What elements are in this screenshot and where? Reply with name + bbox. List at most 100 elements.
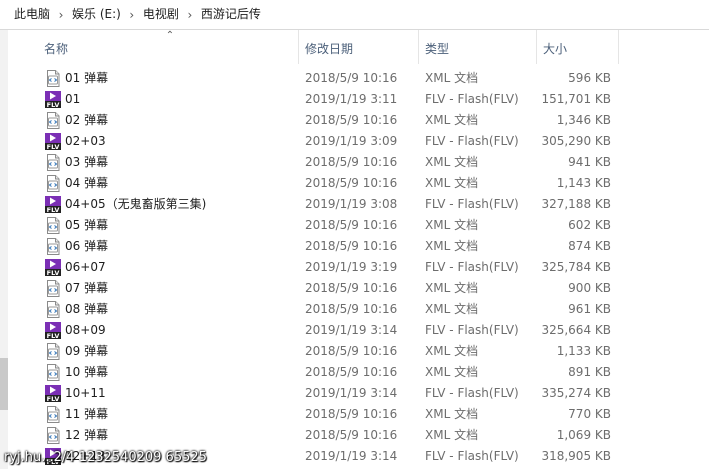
file-row[interactable]: 02 弹幕 2018/5/9 10:16 XML 文档 1,346 KB <box>8 110 710 131</box>
file-type: FLV - Flash(FLV) <box>425 449 519 463</box>
file-size: 335,274 KB <box>541 386 611 400</box>
file-type: FLV - Flash(FLV) <box>425 92 519 106</box>
file-type: FLV - Flash(FLV) <box>425 197 519 211</box>
file-row[interactable]: FLV 06+07 2019/1/19 3:19 FLV - Flash(FLV) 32… <box>8 257 710 278</box>
file-type: XML 文档 <box>425 239 479 253</box>
file-size: 305,290 KB <box>541 134 611 148</box>
file-row[interactable]: FLV 08+09 2019/1/19 3:14 FLV - Flash(FLV) 32… <box>8 320 710 341</box>
file-row[interactable]: 09 弹幕 2018/5/9 10:16 XML 文档 1,133 KB <box>8 341 710 362</box>
file-modified-date: 2019/1/19 3:14 <box>305 449 398 463</box>
breadcrumb-this-pc[interactable]: 此电脑 <box>10 4 54 25</box>
file-row[interactable]: 04 弹幕 2018/5/9 10:16 XML 文档 1,143 KB <box>8 173 710 194</box>
file-row[interactable]: FLV 10+11 2019/1/19 3:14 FLV - Flash(FLV) 33… <box>8 383 710 404</box>
file-modified-date: 2018/5/9 10:16 <box>305 302 398 316</box>
breadcrumb-chevron-icon[interactable]: › <box>125 4 139 25</box>
flv-file-icon: FLV <box>45 259 61 277</box>
file-size: 1,069 KB <box>556 428 611 442</box>
xml-file-icon <box>45 70 61 87</box>
file-row[interactable]: 06 弹幕 2018/5/9 10:16 XML 文档 874 KB <box>8 236 710 257</box>
file-type: XML 文档 <box>425 365 479 379</box>
file-row[interactable]: FLV 02+03 2019/1/19 3:09 FLV - Flash(FLV) 30… <box>8 131 710 152</box>
file-name: 06+07 <box>65 260 106 274</box>
column-header-date[interactable]: 修改日期 <box>299 30 419 64</box>
column-header-name[interactable]: 名称 <box>36 30 299 64</box>
file-type: XML 文档 <box>425 71 479 85</box>
file-modified-date: 2019/1/19 3:14 <box>305 323 398 337</box>
file-size: 1,133 KB <box>556 344 611 358</box>
file-name: 04 弹幕 <box>65 176 109 190</box>
file-size: 874 KB <box>568 239 611 253</box>
file-modified-date: 2019/1/19 3:08 <box>305 197 398 211</box>
file-row[interactable]: 08 弹幕 2018/5/9 10:16 XML 文档 961 KB <box>8 299 710 320</box>
file-size: 327,188 KB <box>541 197 611 211</box>
svg-text:FLV: FLV <box>47 101 60 108</box>
file-type: FLV - Flash(FLV) <box>425 386 519 400</box>
file-list: 01 弹幕 2018/5/9 10:16 XML 文档 596 KB FLV 01 2019… <box>8 68 710 467</box>
xml-file-icon <box>45 406 61 423</box>
file-name: 12 弹幕 <box>65 428 109 442</box>
breadcrumb-chevron-icon[interactable]: › <box>54 4 68 25</box>
file-modified-date: 2018/5/9 10:16 <box>305 239 398 253</box>
file-row[interactable]: 03 弹幕 2018/5/9 10:16 XML 文档 941 KB <box>8 152 710 173</box>
file-row[interactable]: FLV 04+05（无鬼畜版第三集) 2019/1/19 3:08 FLV - Fla… <box>8 194 710 215</box>
breadcrumb-tv-series[interactable]: 电视剧 <box>139 4 183 25</box>
file-row[interactable]: FLV 01 2019/1/19 3:11 FLV - Flash(FLV) 151,7… <box>8 89 710 110</box>
file-modified-date: 2018/5/9 10:16 <box>305 428 398 442</box>
file-type: FLV - Flash(FLV) <box>425 134 519 148</box>
file-modified-date: 2018/5/9 10:16 <box>305 113 398 127</box>
file-size: 151,701 KB <box>541 92 611 106</box>
file-name: 07 弹幕 <box>65 281 109 295</box>
file-row[interactable]: 01 弹幕 2018/5/9 10:16 XML 文档 596 KB <box>8 68 710 89</box>
file-size: 596 KB <box>568 71 611 85</box>
file-name: 08 弹幕 <box>65 302 109 316</box>
file-modified-date: 2019/1/19 3:14 <box>305 386 398 400</box>
flv-file-icon: FLV <box>45 91 61 109</box>
file-size: 318,905 KB <box>541 449 611 463</box>
navigation-pane-scrollbar[interactable] <box>0 30 8 469</box>
file-size: 325,784 KB <box>541 260 611 274</box>
file-size: 1,143 KB <box>556 176 611 190</box>
breadcrumb-drive-e[interactable]: 娱乐 (E:) <box>68 4 125 25</box>
svg-text:FLV: FLV <box>47 143 60 150</box>
file-type: XML 文档 <box>425 155 479 169</box>
file-size: 891 KB <box>568 365 611 379</box>
flv-file-icon: FLV <box>45 322 61 340</box>
xml-file-icon <box>45 154 61 171</box>
file-modified-date: 2019/1/19 3:19 <box>305 260 398 274</box>
file-modified-date: 2018/5/9 10:16 <box>305 218 398 232</box>
file-size: 770 KB <box>568 407 611 421</box>
file-row[interactable]: 12 弹幕 2018/5/9 10:16 XML 文档 1,069 KB <box>8 425 710 446</box>
file-row[interactable]: 10 弹幕 2018/5/9 10:16 XML 文档 891 KB <box>8 362 710 383</box>
file-modified-date: 2018/5/9 10:16 <box>305 344 398 358</box>
file-name: 10+11 <box>65 386 106 400</box>
column-header-type[interactable]: 类型 <box>419 30 537 64</box>
xml-file-icon <box>45 217 61 234</box>
file-type: XML 文档 <box>425 281 479 295</box>
column-header-size[interactable]: 大小 <box>537 30 619 64</box>
breadcrumb-current-folder[interactable]: 西游记后传 <box>197 4 265 25</box>
xml-file-icon <box>45 364 61 381</box>
file-name: 01 弹幕 <box>65 71 109 85</box>
address-bar[interactable]: 此电脑 › 娱乐 (E:) › 电视剧 › 西游记后传 <box>0 0 709 30</box>
file-modified-date: 2018/5/9 10:16 <box>305 71 398 85</box>
file-name: 02 弹幕 <box>65 113 109 127</box>
file-row[interactable]: 07 弹幕 2018/5/9 10:16 XML 文档 900 KB <box>8 278 710 299</box>
file-modified-date: 2019/1/19 3:09 <box>305 134 398 148</box>
file-size: 602 KB <box>568 218 611 232</box>
file-modified-date: 2018/5/9 10:16 <box>305 155 398 169</box>
file-modified-date: 2018/5/9 10:16 <box>305 281 398 295</box>
svg-text:FLV: FLV <box>47 332 60 339</box>
xml-file-icon <box>45 112 61 129</box>
file-type: FLV - Flash(FLV) <box>425 323 519 337</box>
file-row[interactable]: 11 弹幕 2018/5/9 10:16 XML 文档 770 KB <box>8 404 710 425</box>
xml-file-icon <box>45 238 61 255</box>
file-type: XML 文档 <box>425 302 479 316</box>
flv-file-icon: FLV <box>45 196 61 214</box>
scrollbar-thumb[interactable] <box>0 358 8 410</box>
file-row[interactable]: 05 弹幕 2018/5/9 10:16 XML 文档 602 KB <box>8 215 710 236</box>
file-size: 941 KB <box>568 155 611 169</box>
breadcrumb-chevron-icon[interactable]: › <box>183 4 197 25</box>
file-type: XML 文档 <box>425 344 479 358</box>
svg-text:FLV: FLV <box>47 269 60 276</box>
svg-text:FLV: FLV <box>47 206 60 213</box>
